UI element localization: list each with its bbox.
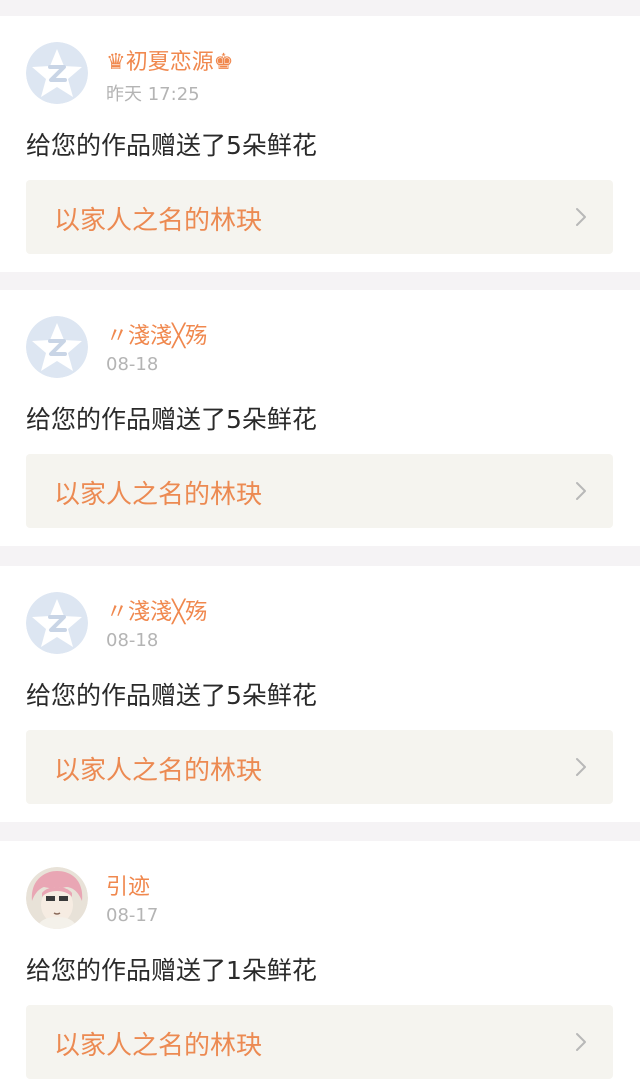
work-link[interactable]: 以家人之名的林玦 xyxy=(26,180,613,254)
timestamp: 08-18 xyxy=(106,354,159,375)
notification-card: 〃淺淺╳殇 08-18 给您的作品赠送了5朵鲜花 以家人之名的林玦 xyxy=(0,566,640,822)
timestamp: 08-18 xyxy=(106,630,159,651)
chevron-right-icon xyxy=(576,1033,586,1051)
work-title: 以家人之名的林玦 xyxy=(54,1031,263,1061)
work-title: 以家人之名的林玦 xyxy=(54,756,263,786)
work-title: 以家人之名的林玦 xyxy=(54,206,263,236)
chevron-right-icon xyxy=(576,482,586,500)
anime-photo-avatar-icon[interactable] xyxy=(26,867,88,929)
gift-message: 给您的作品赠送了5朵鲜花 xyxy=(26,405,317,434)
username[interactable]: 〃淺淺╳殇 xyxy=(106,318,207,350)
gift-message: 给您的作品赠送了5朵鲜花 xyxy=(26,131,317,160)
qzone-default-avatar-icon[interactable] xyxy=(26,592,88,654)
notification-card: 〃淺淺╳殇 08-18 给您的作品赠送了5朵鲜花 以家人之名的林玦 xyxy=(0,290,640,546)
notification-card: 引迹 08-17 给您的作品赠送了1朵鲜花 以家人之名的林玦 xyxy=(0,841,640,1089)
gift-message: 给您的作品赠送了1朵鲜花 xyxy=(26,956,317,985)
qzone-default-avatar-icon[interactable] xyxy=(26,316,88,378)
work-link[interactable]: 以家人之名的林玦 xyxy=(26,1005,613,1079)
notification-feed: ♛初夏恋源♚ 昨天 17:25 给您的作品赠送了5朵鲜花 以家人之名的林玦 〃淺… xyxy=(0,0,640,1089)
chevron-right-icon xyxy=(576,758,586,776)
work-title: 以家人之名的林玦 xyxy=(54,480,263,510)
timestamp: 昨天 17:25 xyxy=(106,84,200,105)
timestamp: 08-17 xyxy=(106,905,159,926)
username[interactable]: 引迹 xyxy=(106,869,150,901)
work-link[interactable]: 以家人之名的林玦 xyxy=(26,730,613,804)
username[interactable]: ♛初夏恋源♚ xyxy=(106,44,233,76)
username[interactable]: 〃淺淺╳殇 xyxy=(106,594,207,626)
work-link[interactable]: 以家人之名的林玦 xyxy=(26,454,613,528)
gift-message: 给您的作品赠送了5朵鲜花 xyxy=(26,681,317,710)
qzone-default-avatar-icon[interactable] xyxy=(26,42,88,104)
chevron-right-icon xyxy=(576,208,586,226)
notification-card: ♛初夏恋源♚ 昨天 17:25 给您的作品赠送了5朵鲜花 以家人之名的林玦 xyxy=(0,16,640,272)
